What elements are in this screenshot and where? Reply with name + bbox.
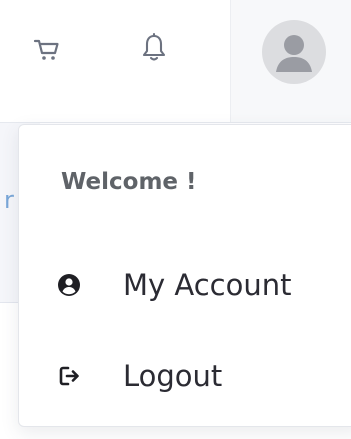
user-circle-icon xyxy=(57,273,81,297)
cart-icon xyxy=(33,39,59,60)
my-account-menu-item[interactable]: My Account xyxy=(19,257,349,313)
header-divider xyxy=(0,122,351,123)
app-page: r Welcome ! My Account Logout xyxy=(0,0,351,439)
user-avatar-button[interactable] xyxy=(262,20,326,84)
sign-out-icon xyxy=(57,364,81,388)
cart-button[interactable] xyxy=(30,32,64,66)
notifications-button[interactable] xyxy=(136,30,172,66)
top-header xyxy=(0,0,351,123)
user-avatar-icon xyxy=(276,35,312,72)
user-dropdown-menu: Welcome ! My Account Logout xyxy=(18,124,351,427)
bell-icon xyxy=(142,32,166,61)
my-account-label: My Account xyxy=(123,268,292,302)
background-text-fragment: r xyxy=(4,186,14,214)
welcome-heading: Welcome ! xyxy=(61,169,197,195)
logout-label: Logout xyxy=(123,359,223,393)
logout-menu-item[interactable]: Logout xyxy=(19,348,349,404)
